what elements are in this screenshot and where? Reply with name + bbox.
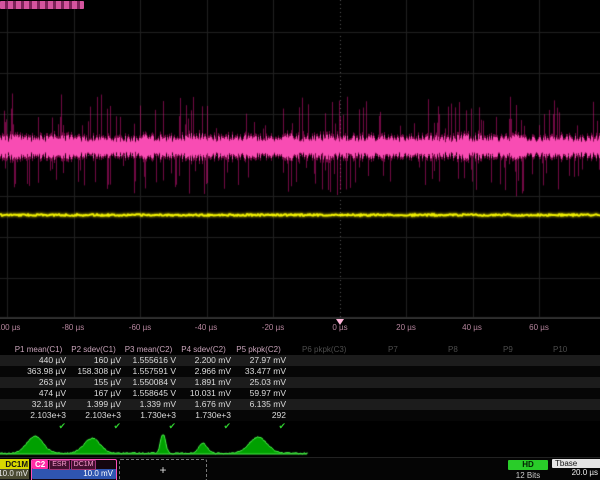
- channel-c1-descriptor[interactable]: DC1M 10.0 mV: [0, 459, 29, 480]
- param-header-p7[interactable]: P7: [388, 344, 398, 355]
- c1-coupling-label: DC1M: [0, 460, 29, 469]
- oscilloscope-screen: -100 µs -80 µs -60 µs -40 µs -20 µs 0 µs…: [0, 0, 600, 480]
- table-header-row: P1 mean(C1) P2 sdev(C1) P3 mean(C2) P4 s…: [0, 344, 600, 355]
- table-cell: 160 µV: [66, 355, 121, 366]
- axis-tick: -100 µs: [0, 323, 20, 332]
- axis-tick: 60 µs: [529, 323, 549, 332]
- table-cell: 2.103e+3: [66, 410, 121, 421]
- table-cell: 10.031 mV: [176, 388, 231, 399]
- table-row-min: 263 µV 155 µV 1.550084 V 1.891 mV 25.03 …: [0, 377, 600, 388]
- histogram-strip[interactable]: [0, 433, 600, 457]
- table-cell: 33.477 mV: [231, 366, 286, 377]
- table-cell: 1.555616 V: [121, 355, 176, 366]
- table-row-num: 2.103e+3 2.103e+3 1.730e+3 1.730e+3 292: [0, 410, 600, 421]
- table-cell: 292: [231, 410, 286, 421]
- table-cell: 6.135 mV: [231, 399, 286, 410]
- table-cell: 440 µV: [11, 355, 66, 366]
- c2-scale-value: 10.0 mV: [32, 469, 116, 479]
- table-cell: 363.98 µV: [11, 366, 66, 377]
- add-trace-button[interactable]: +: [119, 459, 207, 480]
- table-cell: 1.399 µV: [66, 399, 121, 410]
- tbase-title: Tbase: [552, 459, 600, 468]
- axis-tick: -20 µs: [262, 323, 284, 332]
- table-cell: 1.676 mV: [176, 399, 231, 410]
- param-header-p9[interactable]: P9: [503, 344, 513, 355]
- axis-tick: -80 µs: [62, 323, 84, 332]
- trace-label-badge: [0, 1, 84, 9]
- table-row-value: 440 µV 160 µV 1.555616 V 2.200 mV 27.97 …: [0, 355, 600, 366]
- time-axis: -100 µs -80 µs -60 µs -40 µs -20 µs 0 µs…: [0, 318, 600, 336]
- status-check-icon: ✔: [176, 421, 231, 432]
- table-cell: 1.730e+3: [121, 410, 176, 421]
- measurement-table: P1 mean(C1) P2 sdev(C1) P3 mean(C2) P4 s…: [0, 344, 600, 432]
- param-header-p10[interactable]: P10: [553, 344, 567, 355]
- table-cell: 155 µV: [66, 377, 121, 388]
- status-check-icon: ✔: [11, 421, 66, 432]
- table-cell: 474 µV: [11, 388, 66, 399]
- param-header-p6[interactable]: P6 pkpk(C3): [302, 344, 346, 355]
- table-row-sdev: 32.18 µV 1.399 µV 1.339 mV 1.676 mV 6.13…: [0, 399, 600, 410]
- adc-bits-label: 12 Bits: [508, 471, 548, 480]
- status-check-icon: ✔: [231, 421, 286, 432]
- param-header-p1[interactable]: P1 mean(C1): [11, 344, 66, 355]
- trigger-position-marker-icon[interactable]: [336, 319, 344, 325]
- table-row-status: ✔ ✔ ✔ ✔ ✔: [0, 421, 600, 432]
- timebase-descriptor[interactable]: Tbase 20.0 µs: [552, 459, 600, 480]
- status-check-icon: ✔: [66, 421, 121, 432]
- axis-tick: -40 µs: [195, 323, 217, 332]
- axis-tick: -60 µs: [129, 323, 151, 332]
- table-cell: 1.557591 V: [121, 366, 176, 377]
- table-cell: 1.558645 V: [121, 388, 176, 399]
- param-header-p5[interactable]: P5 pkpk(C2): [231, 344, 286, 355]
- hd-mode-badge[interactable]: HD: [508, 460, 548, 470]
- param-header-p2[interactable]: P2 sdev(C1): [66, 344, 121, 355]
- table-row-max: 474 µV 167 µV 1.558645 V 10.031 mV 59.97…: [0, 388, 600, 399]
- table-cell: 2.103e+3: [11, 410, 66, 421]
- axis-tick: 40 µs: [462, 323, 482, 332]
- table-cell: 25.03 mV: [231, 377, 286, 388]
- table-cell: 1.891 mV: [176, 377, 231, 388]
- param-header-p4[interactable]: P4 sdev(C2): [176, 344, 231, 355]
- table-row-mean: 363.98 µV 158.308 µV 1.557591 V 2.966 mV…: [0, 366, 600, 377]
- table-cell: 1.550084 V: [121, 377, 176, 388]
- param-header-p8[interactable]: P8: [448, 344, 458, 355]
- c2-esr-badge: ESR: [49, 460, 69, 470]
- c2-coupling-badge: DC1M: [71, 460, 97, 470]
- axis-tick: 20 µs: [396, 323, 416, 332]
- table-cell: 2.200 mV: [176, 355, 231, 366]
- c2-channel-tag: C2: [32, 460, 48, 469]
- table-cell: 158.308 µV: [66, 366, 121, 377]
- param-header-p3[interactable]: P3 mean(C2): [121, 344, 176, 355]
- descriptor-bar: DC1M 10.0 mV C2 ESR DC1M 10.0 mV + HD 12…: [0, 457, 600, 480]
- table-cell: 32.18 µV: [11, 399, 66, 410]
- table-cell: 1.339 mV: [121, 399, 176, 410]
- table-cell: 1.730e+3: [176, 410, 231, 421]
- table-cell: 2.966 mV: [176, 366, 231, 377]
- table-cell: 59.97 mV: [231, 388, 286, 399]
- table-cell: 263 µV: [11, 377, 66, 388]
- tbase-scale-value: 20.0 µs: [552, 468, 600, 478]
- table-cell: 27.97 mV: [231, 355, 286, 366]
- status-check-icon: ✔: [121, 421, 176, 432]
- waveform-display[interactable]: [0, 0, 600, 318]
- c1-scale-value: 10.0 mV: [0, 469, 29, 479]
- channel-c2-descriptor[interactable]: C2 ESR DC1M 10.0 mV: [31, 459, 117, 480]
- table-cell: 167 µV: [66, 388, 121, 399]
